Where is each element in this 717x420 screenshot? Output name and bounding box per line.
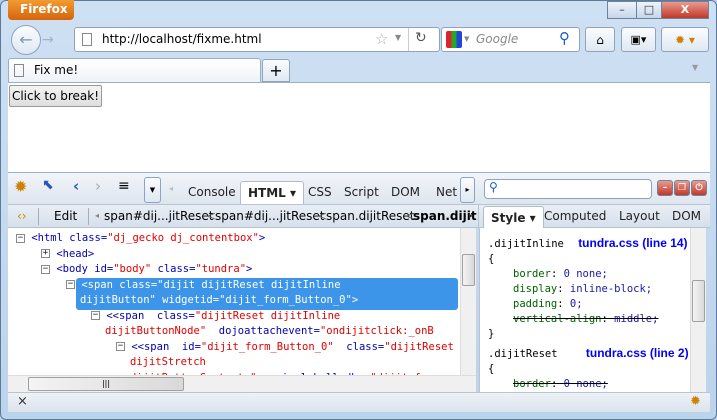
firebug-button[interactable]: ✹ ▾ — [661, 27, 709, 52]
tab-list-icon[interactable]: ▼ — [692, 63, 698, 72]
html-tree-content: − <html class="dj_gecko dj_contentbox"> … — [16, 231, 454, 386]
crumb-1[interactable]: span#dij...jitReset — [104, 205, 214, 227]
html-horizontal-scrollbar[interactable]: ||| — [8, 375, 476, 392]
firefox-menu-button[interactable]: Firefox ▾ — [8, 0, 74, 35]
page-content — [8, 82, 710, 172]
divider — [408, 28, 409, 51]
style-panel: .dijitInline tundra.css (line 14) { bord… — [479, 228, 691, 392]
divider — [38, 208, 39, 225]
bookmarks-button[interactable]: ▣▾ — [621, 27, 656, 52]
crumb-4[interactable]: span.dijit — [413, 205, 477, 227]
breadcrumb: ‹› Edit ◂ span#dij...jitReset < span#dij… — [8, 205, 478, 228]
page-icon — [14, 64, 24, 77]
css-source-link[interactable]: tundra.css (line 2) — [586, 346, 689, 360]
style-vertical-scrollbar[interactable] — [690, 228, 706, 392]
node-body[interactable]: − <body id="body" class="tundra"> — [16, 262, 454, 278]
tab-html[interactable]: HTML ▾ — [240, 181, 305, 204]
panel-menu-button[interactable]: ▼ — [144, 177, 161, 203]
collapse-icon[interactable]: − — [16, 233, 25, 243]
css-prop[interactable]: border: 0 none; — [488, 267, 689, 282]
tab-label: Fix me! — [34, 63, 79, 77]
css-rule-dijitInline: .dijitInline tundra.css (line 14) — [488, 236, 688, 250]
css-prop[interactable]: display: inline-block; — [488, 282, 689, 297]
css-source-link[interactable]: tundra.css (line 14) — [578, 236, 687, 250]
html-vertical-scrollbar[interactable] — [460, 228, 476, 375]
side-panel-tabs: Style ▾ Computed Layout DOM — [478, 205, 710, 228]
tab-fix-me[interactable]: Fix me! — [8, 58, 261, 83]
tab-dom-side[interactable]: DOM — [665, 205, 708, 228]
tab-css[interactable]: CSS — [301, 181, 339, 204]
url-dropdown-icon[interactable]: ▼ — [395, 33, 401, 42]
tab-layout[interactable]: Layout — [612, 205, 667, 228]
tab-console[interactable]: Console — [181, 181, 243, 204]
collapse-icon[interactable]: − — [66, 280, 75, 289]
crumb-2[interactable]: span#dij...jitReset — [215, 205, 325, 227]
scroll-tabs-left-icon[interactable]: ◂ — [169, 184, 173, 193]
status-bar: × ✹ — [8, 392, 710, 412]
node-span-button-node[interactable]: − <<span class="dijitReset dijitInline di… — [16, 309, 454, 340]
node-head[interactable]: + <head> — [16, 247, 454, 263]
search-bar[interactable]: ▼ Google ⚲ — [441, 27, 580, 52]
collapse-icon[interactable]: − — [91, 311, 100, 320]
search-input[interactable]: Google — [476, 32, 518, 46]
search-icon: ⚲ — [489, 180, 498, 194]
menu-icon[interactable]: ≡ — [118, 178, 130, 194]
engine-dropdown-icon[interactable]: ▼ — [464, 35, 469, 43]
firefox-label: Firefox — [20, 2, 68, 16]
source-toggle-icon[interactable]: ‹› — [17, 205, 27, 227]
firebug-icon[interactable]: ✹ — [14, 177, 27, 196]
tab-net[interactable]: Net — [429, 181, 464, 204]
firebug-minimize-button[interactable]: – — [657, 180, 673, 196]
maximize-button[interactable]: □ — [636, 1, 662, 19]
divider — [88, 208, 89, 225]
tab-script[interactable]: Script — [337, 181, 386, 204]
close-addon-bar-icon[interactable]: × — [17, 394, 28, 409]
new-tab-button[interactable]: + — [262, 59, 290, 82]
css-prop[interactable]: padding: 0; — [488, 297, 689, 312]
close-window-button[interactable]: X — [661, 1, 709, 19]
scroll-tabs-right-button[interactable]: ▸ — [460, 177, 475, 203]
collapse-icon[interactable]: − — [116, 342, 125, 351]
node-span-selected[interactable]: − <span class="dijit dijitReset dijitInl… — [16, 278, 454, 309]
css-prop-overridden[interactable]: vertical-align: middle; — [488, 312, 689, 327]
url-bar[interactable]: http://localhost/fixme.html ☆ ▼ ↻ — [74, 27, 440, 52]
collapse-icon[interactable]: − — [41, 264, 50, 274]
bookmark-star-icon[interactable]: ☆ — [375, 30, 388, 48]
crumb-scroll-right-icon[interactable]: ▸ — [469, 205, 473, 227]
url-text[interactable]: http://localhost/fixme.html — [102, 32, 262, 46]
forward-icon[interactable]: › — [95, 177, 101, 195]
edit-button[interactable]: Edit — [54, 205, 77, 227]
google-icon[interactable] — [446, 31, 462, 48]
back-icon[interactable]: ‹ — [73, 177, 79, 195]
node-html[interactable]: − <html class="dj_gecko dj_contentbox"> — [16, 231, 454, 247]
click-to-break-button[interactable]: Click to break! — [9, 85, 102, 107]
crumb-3[interactable]: span.dijitReset — [326, 205, 415, 227]
crumb-scroll-left-icon[interactable]: ◂ — [95, 205, 99, 227]
tab-dom[interactable]: DOM — [384, 181, 427, 204]
css-rule-dijitReset: .dijitReset tundra.css (line 2) — [488, 346, 689, 360]
inspect-icon[interactable]: ⬉ — [42, 177, 54, 193]
firebug-status-icon[interactable]: ✹ — [690, 394, 701, 409]
firebug-close-button[interactable]: ⏻ — [691, 180, 707, 196]
page-icon — [82, 33, 92, 46]
search-icon[interactable]: ⚲ — [559, 29, 570, 47]
firebug-search-input[interactable]: ⚲ — [484, 179, 652, 199]
back-button[interactable]: ← — [11, 25, 41, 55]
expand-icon[interactable]: + — [41, 249, 50, 258]
tab-style[interactable]: Style ▾ — [483, 206, 544, 228]
forward-button[interactable]: → — [42, 29, 62, 51]
firebug-detach-button[interactable]: ❐ — [674, 180, 690, 196]
reload-icon[interactable]: ↻ — [415, 30, 427, 46]
tab-computed[interactable]: Computed — [537, 205, 613, 228]
home-button[interactable]: ⌂ — [585, 27, 615, 52]
minimize-button[interactable]: – — [607, 1, 637, 19]
css-prop-overridden[interactable]: border: 0 none; — [488, 377, 689, 392]
